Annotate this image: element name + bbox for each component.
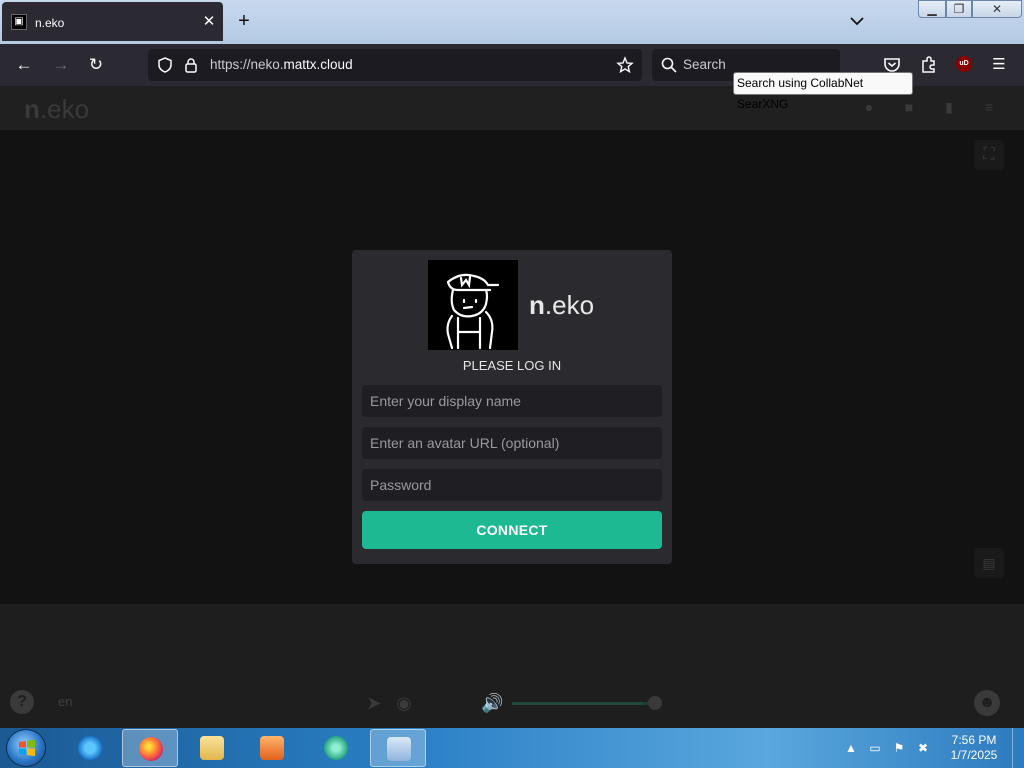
control-panel-taskbar-item[interactable]	[370, 729, 426, 767]
firefox-taskbar-item[interactable]	[122, 729, 178, 767]
window-close-button[interactable]: ✕	[972, 0, 1022, 18]
settings-icon[interactable]: ●	[860, 98, 878, 116]
play-icon[interactable]	[446, 692, 468, 714]
media-player-icon	[260, 736, 284, 760]
neko-logo	[428, 260, 518, 350]
windows-taskbar: ▲ ▭ ⚑ ✖ 7:56 PM 1/7/2025	[0, 728, 1024, 768]
clock[interactable]: 7:56 PM 1/7/2025	[940, 733, 1008, 763]
app-taskbar-item[interactable]	[308, 729, 364, 767]
connect-button[interactable]: CONNECT	[362, 511, 662, 549]
fullscreen-icon[interactable]: ⛶	[974, 140, 1004, 170]
folder-icon	[200, 736, 224, 760]
tab-close-icon[interactable]: ✕	[201, 12, 217, 30]
clock-date: 1/7/2025	[950, 748, 998, 762]
window-restore-button[interactable]: ❐	[946, 0, 972, 18]
help-icon[interactable]: ?	[10, 690, 34, 714]
search-placeholder: Search	[683, 57, 726, 72]
volume-icon[interactable]: 🔊	[481, 692, 503, 714]
chat-icon[interactable]: ▮	[940, 98, 958, 116]
internet-explorer-taskbar-item[interactable]	[62, 729, 118, 767]
login-brand: n.eko	[529, 290, 595, 320]
login-card: n.eko PLEASE LOG IN CONNECT	[352, 250, 672, 564]
back-arrow-icon[interactable]: ←	[11, 52, 37, 78]
search-tooltip: Search using CollabNet SearXNG	[733, 72, 913, 111]
tray-expand-icon[interactable]: ▲	[843, 740, 859, 756]
media-player-taskbar-item[interactable]	[244, 729, 300, 767]
display-name-input[interactable]	[362, 385, 662, 417]
volume-knob[interactable]	[648, 696, 662, 710]
shield-icon[interactable]	[156, 56, 174, 74]
emoji-icon[interactable]: ☻	[974, 690, 1000, 716]
start-button[interactable]	[6, 729, 46, 767]
volume-muted-icon[interactable]: ✖	[915, 740, 931, 756]
new-tab-button[interactable]: +	[234, 10, 254, 32]
menu-icon[interactable]: ≡	[980, 98, 998, 116]
control-panel-icon	[387, 737, 411, 761]
chevron-down-icon[interactable]	[848, 12, 866, 30]
clipboard-icon[interactable]: ▤	[974, 548, 1004, 578]
hamburger-menu-icon[interactable]: ☰	[986, 52, 1012, 78]
browser-tabstrip: ▣ n.eko ✕ + ▁ ❐ ✕	[0, 0, 1024, 44]
show-desktop-button[interactable]	[1012, 728, 1024, 768]
reload-icon[interactable]: ↻	[83, 52, 109, 78]
bookmark-star-icon[interactable]	[616, 56, 634, 74]
url-bar[interactable]: https://neko.mattx.cloud	[148, 49, 642, 81]
extensions-icon[interactable]	[915, 52, 941, 78]
password-input[interactable]	[362, 469, 662, 501]
player-controls: ? en ➤ ◉ 🔊 ☻	[0, 604, 1024, 728]
clock-time: 7:56 PM	[951, 733, 997, 747]
volume-fill	[512, 702, 643, 705]
internet-explorer-icon	[78, 736, 102, 760]
search-icon	[661, 57, 677, 73]
login-prompt: PLEASE LOG IN	[462, 358, 562, 373]
window-minimize-button[interactable]: ▁	[918, 0, 946, 18]
language-select[interactable]: en	[58, 694, 72, 709]
tab-neko[interactable]: ▣ n.eko ✕	[2, 2, 223, 41]
url-text: https://neko.mattx.cloud	[210, 57, 353, 72]
ublock-icon[interactable]: uD	[956, 56, 972, 72]
firefox-icon	[139, 737, 163, 761]
lock-icon[interactable]	[182, 56, 200, 74]
volume-slider[interactable]	[512, 702, 654, 705]
robot-icon: ▣	[11, 14, 27, 30]
avatar-url-input[interactable]	[362, 427, 662, 459]
flag-icon[interactable]: ⚑	[891, 740, 907, 756]
app-icon	[324, 736, 348, 760]
tab-title: n.eko	[35, 16, 65, 30]
forward-arrow-icon[interactable]: →	[48, 52, 74, 78]
lock-room-icon[interactable]: ■	[900, 98, 918, 116]
explorer-taskbar-item[interactable]	[184, 729, 240, 767]
app-brand: n.eko	[24, 94, 90, 124]
network-icon[interactable]: ▭	[867, 740, 883, 756]
windows-logo-icon	[19, 739, 35, 756]
keyboard-icon[interactable]: ◉	[393, 692, 415, 714]
cursor-icon[interactable]: ➤	[363, 692, 385, 714]
